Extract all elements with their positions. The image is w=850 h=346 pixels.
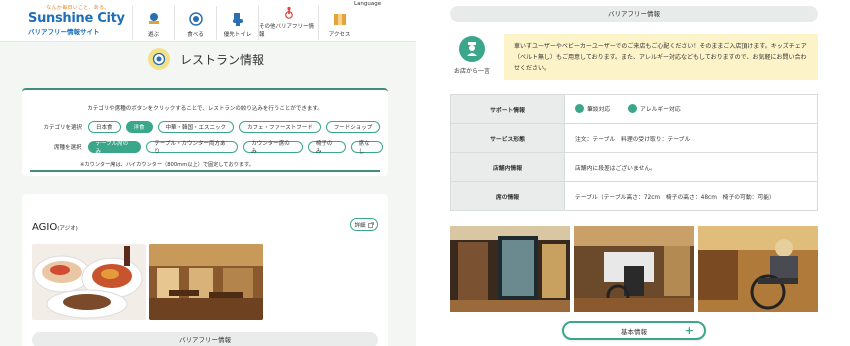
category-label: カテゴリを選択 <box>43 125 82 131</box>
accessibility-icon <box>284 6 293 19</box>
dining-icon <box>188 12 203 26</box>
barrier-free-table: サポート情報 筆談対応 アレルギー対応 サービス形態 注文：テーブル 料理の受け… <box>450 94 818 211</box>
shop-comment-avatar: お店から一言 <box>450 36 494 84</box>
comment-label: お店から一言 <box>453 68 490 75</box>
nav-label: 優先トイレ <box>223 32 252 38</box>
row-label: サポート情報 <box>450 94 565 124</box>
row-value: 店舗内に段差はございません。 <box>564 152 818 182</box>
logo-title: Sunshine City <box>28 11 125 26</box>
row-label: 店舗内情報 <box>450 152 565 182</box>
nav-label: アクセス <box>328 32 351 38</box>
filter-note: カテゴリや席種のボタンをクリックすることで、レストランの絞り込みを行うことができ… <box>87 106 323 112</box>
filter-divider <box>30 170 380 172</box>
category-chip[interactable]: 中華・韓国・エスニック <box>157 121 235 133</box>
seat-chip[interactable]: 席なし <box>350 141 383 155</box>
nav-other-barrier-free[interactable]: その他バリアフリー情報 <box>258 6 318 40</box>
support-label: 筆談対応 <box>587 106 611 113</box>
row-label: 席の情報 <box>450 181 565 211</box>
nav-access[interactable]: アクセス <box>318 6 360 40</box>
external-link-icon <box>367 221 374 228</box>
restaurant-name-text: AGIO <box>32 222 58 233</box>
restaurant-name: AGIO(アジオ) <box>32 222 78 233</box>
logo-subtitle: バリアフリー情報サイト <box>28 28 100 36</box>
restaurant-photo-interior <box>149 244 263 320</box>
filter-card: カテゴリや席種のボタンをクリックすることで、レストランの絞り込みを行うことができ… <box>22 88 388 176</box>
allergy-icon <box>628 103 638 113</box>
nav-play[interactable]: 遊ぶ <box>132 6 174 40</box>
restaurant-card: AGIO(アジオ) 詳細 バリアフリー情報 <box>22 194 388 346</box>
category-chip[interactable]: 洋食 <box>125 121 153 133</box>
seat-chip[interactable]: カウンター席のみ <box>243 141 303 155</box>
shop-comment: 車いすユーザーやベビーカーユーザーでのご来店もご心配ください！そのままご入店頂け… <box>504 34 818 80</box>
restaurant-name-kana: (アジオ) <box>57 226 78 232</box>
category-filter-row: カテゴリを選択 日本食 洋食 中華・韓国・エスニック カフェ・ファーストフード … <box>32 121 385 133</box>
toilet-icon <box>232 13 243 26</box>
page-title: レストラン情報 <box>148 48 264 70</box>
seat-label: 席種を選択 <box>54 145 82 151</box>
map-icon <box>333 14 346 25</box>
main-nav: 遊ぶ 食べる 優先トイレ その他バリアフリー情報 アクセス <box>132 6 360 40</box>
section-title-bar[interactable]: バリアフリー情報 <box>450 6 818 22</box>
detail-button[interactable]: 詳細 <box>350 218 378 231</box>
category-chip[interactable]: 日本食 <box>88 121 121 133</box>
seat-chip[interactable]: 椅子のみ <box>307 141 346 155</box>
entrance-photo <box>450 226 570 312</box>
category-chip[interactable]: フードショップ <box>325 121 381 133</box>
row-label: サービス形態 <box>450 123 565 153</box>
filter-footnote: ※カウンター席は、ハイカウンター（800mm以上）で固定しております。 <box>80 162 254 168</box>
row-value: 注文：テーブル 料理の受け取り：テーブル <box>564 123 818 153</box>
table-row: サービス形態 注文：テーブル 料理の受け取り：テーブル <box>450 123 818 153</box>
seat-filter-row: 席種を選択 テーブル席のみ テーブル・カウンター両方あり カウンター席のみ 椅子… <box>32 141 388 155</box>
category-chip[interactable]: カフェ・ファーストフード <box>239 121 321 133</box>
play-icon <box>148 13 159 24</box>
staff-icon <box>459 36 485 62</box>
basic-info-label: 基本情報 <box>621 327 647 336</box>
seat-chip[interactable]: テーブル・カウンター両方あり <box>146 141 239 155</box>
seating-photo <box>574 226 694 312</box>
support-cell: 筆談対応 アレルギー対応 <box>564 94 818 124</box>
nav-label: 遊ぶ <box>147 32 159 38</box>
panel-divider <box>416 0 432 346</box>
nav-label: 食べる <box>187 32 204 38</box>
barrier-free-toggle[interactable]: バリアフリー情報 <box>32 332 378 346</box>
nav-dining[interactable]: 食べる <box>174 6 216 40</box>
nav-toilet[interactable]: 優先トイレ <box>216 6 258 40</box>
nav-label: その他バリアフリー情報 <box>259 24 315 38</box>
row-value: テーブル（テーブル高さ：72cm 椅子の高さ：48cm 椅子の可動：可能） <box>564 181 818 211</box>
table-row: 店舗内情報 店舗内に段差はございません。 <box>450 152 818 182</box>
table-row: サポート情報 筆談対応 アレルギー対応 <box>450 94 818 124</box>
support-label: アレルギー対応 <box>640 106 681 113</box>
restaurant-list-panel: なんか毎日いこと、ある。 Sunshine City バリアフリー情報サイト L… <box>0 0 416 346</box>
detail-label: 詳細 <box>354 222 366 229</box>
table-row: 席の情報 テーブル（テーブル高さ：72cm 椅子の高さ：48cm 椅子の可動：可… <box>450 181 818 211</box>
wheelchair-photo <box>698 226 818 312</box>
support-item: 筆談対応 <box>575 103 611 113</box>
logo-tagline: なんか毎日いこと、ある。 <box>46 5 110 11</box>
site-header: なんか毎日いこと、ある。 Sunshine City バリアフリー情報サイト L… <box>0 0 416 42</box>
site-logo[interactable]: なんか毎日いこと、ある。 Sunshine City バリアフリー情報サイト <box>28 4 128 36</box>
dining-icon <box>148 48 170 70</box>
writing-icon <box>575 103 584 113</box>
page-title-text: レストラン情報 <box>180 52 265 67</box>
barrier-free-detail-panel: バリアフリー情報 お店から一言 車いすユーザーやベビーカーユーザーでのご来店もご… <box>432 0 850 346</box>
seat-chip[interactable]: テーブル席のみ <box>87 141 142 155</box>
support-item: アレルギー対応 <box>628 103 681 113</box>
plus-icon: + <box>684 324 694 337</box>
basic-info-button[interactable]: 基本情報 + <box>562 321 706 340</box>
restaurant-photo-food <box>32 244 146 320</box>
